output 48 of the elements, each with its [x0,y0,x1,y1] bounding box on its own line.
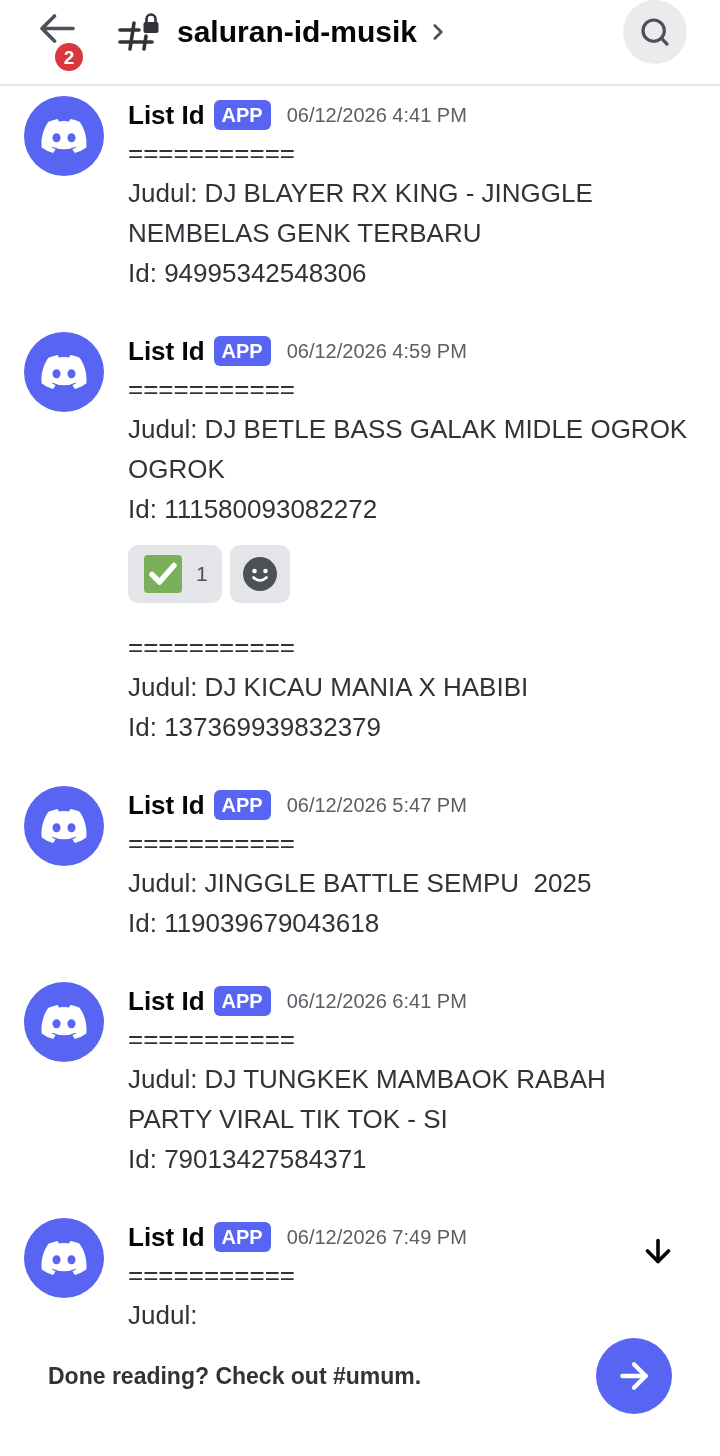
bot-avatar-icon [24,1218,104,1298]
message-line: Id: 111580093082272 [128,493,379,526]
bot-avatar-icon [24,332,104,412]
message-line: Id: 137369939832379 [128,711,383,744]
author-name[interactable]: List Id [128,337,205,364]
message-line: =========== [128,827,297,860]
message-line: =========== [128,1023,297,1056]
message-line: Id: 119039679043618 [128,907,381,940]
message-line: =========== [128,373,297,406]
message-line: =========== [128,137,297,170]
message-line: Judul: DJ BETLE BASS GALAK MIDLE OGROK OGROK [128,413,689,486]
message-line: Judul: DJ BLAYER RX KING - JINGGLE NEMBELAS GENK TERBARU [128,177,594,250]
done-reading-prompt: Done reading? Check out #umum. [48,1361,422,1391]
author-name[interactable]: List Id [128,791,205,818]
back-button[interactable] [39,14,75,43]
app-tag: APP [213,1221,271,1252]
message-line: =========== [128,1259,297,1292]
back-arrow-icon [39,14,75,43]
message-line: =========== [128,631,297,664]
notification-badge: 2 [55,43,83,71]
author-name[interactable]: List Id [128,1223,205,1250]
message-line: Judul: DJ TUNGKEK MAMBAOK RABAH PARTY VIRAL TIK TOK - SI [128,1063,607,1136]
app-tag: APP [213,335,271,366]
timestamp: 06/12/2026 6:41 PM [286,990,467,1011]
message-line: Id: 79013427584371 [128,1143,368,1176]
message-line: Judul: DJ KICAU MANIA X HABIBI [128,671,530,704]
message-line: Judul: JINGGLE BATTLE SEMPU 2025 [128,867,593,900]
reaction-chip[interactable]: 1 [128,545,222,603]
message-line: Judul: [128,1299,199,1332]
search-icon [639,16,671,48]
timestamp: 06/12/2026 7:49 PM [286,1226,467,1247]
timestamp: 06/12/2026 4:41 PM [286,104,467,125]
channel-title[interactable]: saluran-id-musik [177,17,418,47]
author-name[interactable]: List Id [128,987,205,1014]
bot-avatar-icon [24,786,104,866]
app-tag: APP [213,99,271,130]
check-mark-emoji-icon [144,555,182,593]
message-line: Id: 94995342548306 [128,257,368,290]
app-tag: APP [213,789,271,820]
add-reaction-button[interactable] [229,545,290,603]
timestamp: 06/12/2026 4:59 PM [286,340,467,361]
bot-avatar-icon [24,982,104,1062]
bot-avatar-icon [24,96,104,176]
locked-hash-icon [117,12,161,52]
app-tag: APP [213,985,271,1016]
timestamp: 06/12/2026 5:47 PM [286,794,467,815]
author-name[interactable]: List Id [128,101,205,128]
smiley-icon [242,557,277,591]
